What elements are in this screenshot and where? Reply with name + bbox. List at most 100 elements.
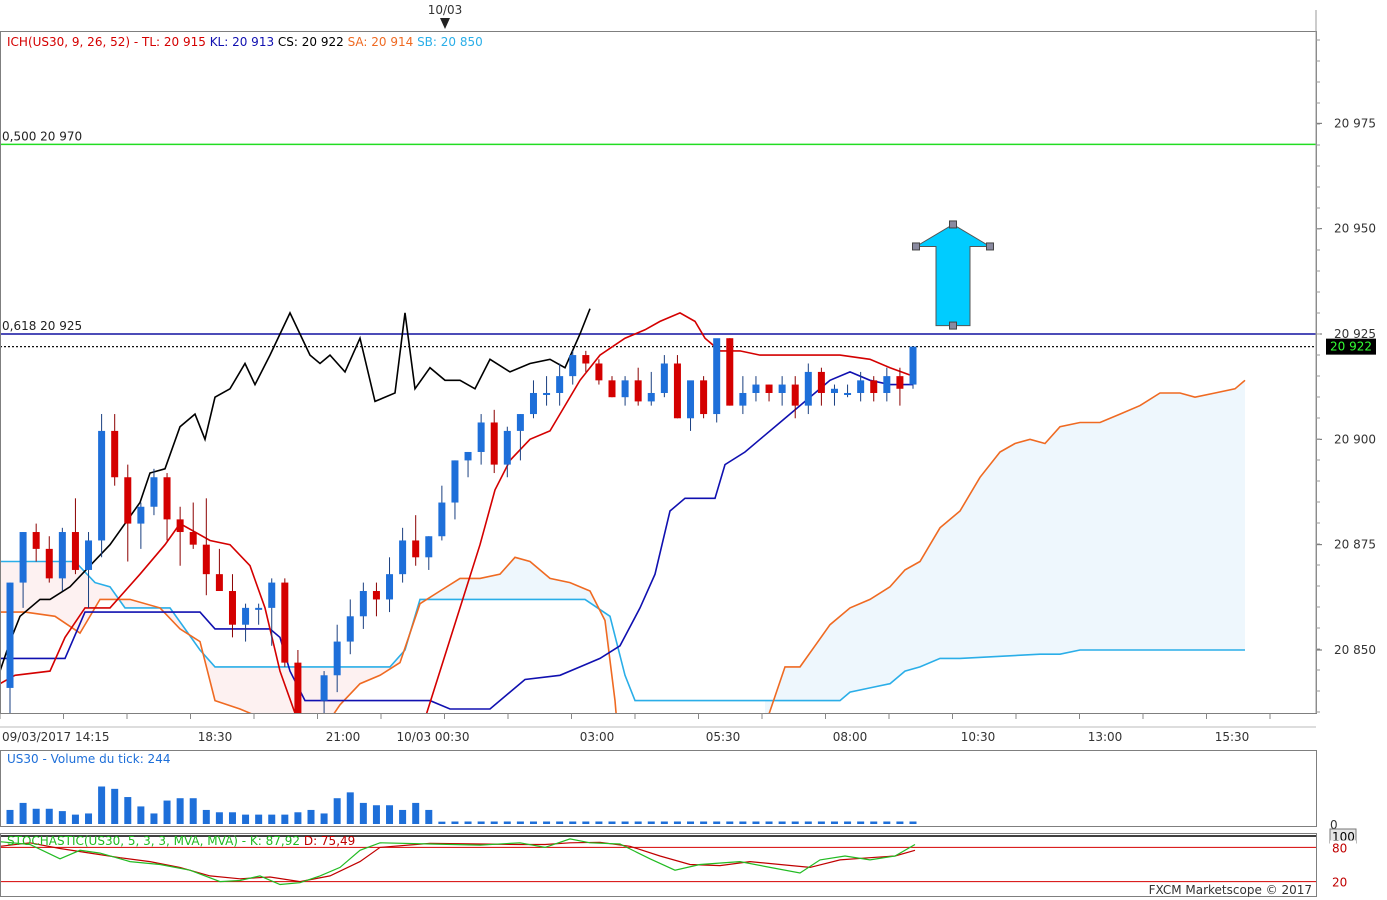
volume-bar-9 xyxy=(124,797,132,824)
stoch-title-name: STOCHASTIC(US30, 5, 3, 3, MVA, MVA) - xyxy=(7,834,250,848)
candle-body-59 xyxy=(778,384,786,393)
ichimoku-legend: ICH(US30, 9, 26, 52) - TL: 20 915 KL: 20… xyxy=(7,35,483,49)
time-label-1: 18:30 xyxy=(198,730,233,744)
volume-bar-13 xyxy=(176,798,184,824)
stochastic-axis: 1008020 xyxy=(1329,828,1357,890)
candle-body-34 xyxy=(451,460,459,503)
volume-bar-30 xyxy=(399,809,407,824)
candle-body-11 xyxy=(150,477,158,507)
fib-label-1: 0,618 20 925 xyxy=(2,319,82,333)
footer-credit: FXCM Marketscope © 2017 xyxy=(1149,883,1312,897)
volume-bar-4 xyxy=(58,811,66,824)
price-tick-label-3: 20 900 xyxy=(1334,432,1376,446)
candle-body-9 xyxy=(124,477,132,524)
legend-part-1: TL: 20 915 xyxy=(141,35,210,49)
candle-body-49 xyxy=(647,392,655,402)
stoch-tick-1: 80 xyxy=(1332,841,1347,855)
volume-bar-47 xyxy=(621,821,629,824)
volume-bar-44 xyxy=(582,821,590,824)
volume-bar-68 xyxy=(896,821,904,824)
candle-body-56 xyxy=(739,392,747,406)
price-tick-label-1: 20 950 xyxy=(1334,222,1376,236)
volume-bar-21 xyxy=(281,814,289,824)
volume-bar-7 xyxy=(98,786,106,824)
candle-body-0 xyxy=(6,582,14,688)
volume-bar-2 xyxy=(32,808,40,824)
volume-bar-53 xyxy=(700,821,708,824)
volume-bar-59 xyxy=(778,821,786,824)
candle-body-36 xyxy=(477,422,485,452)
volume-bar-62 xyxy=(817,821,825,824)
volume-bar-56 xyxy=(739,821,747,824)
candle-body-46 xyxy=(608,380,616,398)
candle-body-10 xyxy=(137,506,145,524)
candle-body-58 xyxy=(765,384,773,393)
arrow-handle-1 xyxy=(912,242,920,251)
candle-body-65 xyxy=(857,380,865,393)
legend-part-0: ICH(US30, 9, 26, 52) - xyxy=(7,35,142,49)
stochastic-title: STOCHASTIC(US30, 5, 3, 3, MVA, MVA) - K:… xyxy=(7,834,355,848)
volume-bar-40 xyxy=(529,821,537,824)
volume-bar-1 xyxy=(19,802,27,824)
ichimoku-chart: 0,500 20 970 0,618 20 925 09/03/2017 14:1… xyxy=(0,3,1376,897)
candle-body-2 xyxy=(32,532,40,549)
volume-bar-58 xyxy=(765,821,773,824)
time-label-6: 08:00 xyxy=(833,730,868,744)
candle-body-68 xyxy=(896,376,904,389)
candle-body-38 xyxy=(503,430,511,465)
volume-bar-20 xyxy=(268,814,276,824)
volume-bar-0 xyxy=(6,809,14,824)
candle-body-28 xyxy=(372,591,380,600)
volume-bar-14 xyxy=(189,798,197,824)
price-axis: 20 97520 95020 92520 90020 87520 85020 9… xyxy=(1316,39,1376,713)
volume-bar-11 xyxy=(150,813,158,824)
volume-bar-61 xyxy=(804,821,812,824)
stoch-k-label: K: 87,92 xyxy=(250,834,304,848)
volume-bar-31 xyxy=(412,802,420,824)
candle-body-27 xyxy=(359,591,367,617)
stoch-tick-2: 20 xyxy=(1332,876,1347,890)
candle-body-7 xyxy=(98,430,106,541)
volume-bar-34 xyxy=(451,821,459,824)
candle-body-53 xyxy=(700,380,708,415)
candle-body-54 xyxy=(713,338,721,415)
volume-bar-27 xyxy=(359,802,367,824)
candle-body-63 xyxy=(830,388,838,393)
candle-body-60 xyxy=(791,384,799,406)
candle-body-50 xyxy=(660,363,668,393)
volume-bar-18 xyxy=(242,814,250,824)
candle-body-18 xyxy=(242,607,250,625)
volume-bar-10 xyxy=(137,806,145,824)
volume-bar-32 xyxy=(425,809,433,824)
price-tick-label-4: 20 875 xyxy=(1334,538,1376,552)
volume-bar-28 xyxy=(372,805,380,824)
price-tick-label-0: 20 975 xyxy=(1334,116,1376,130)
fib-label-0: 0,500 20 970 xyxy=(2,129,82,143)
current-price-label: 20 922 xyxy=(1330,340,1372,354)
candle-body-3 xyxy=(45,548,53,579)
candle-body-69 xyxy=(909,346,917,385)
volume-bar-22 xyxy=(294,812,302,824)
candle-body-42 xyxy=(556,376,564,393)
candle-body-13 xyxy=(176,519,184,533)
candle-body-37 xyxy=(490,422,498,465)
candle-body-20 xyxy=(268,582,276,608)
candle-body-15 xyxy=(202,544,210,575)
date-marker-label: 10/03 xyxy=(428,3,463,17)
volume-bar-49 xyxy=(647,821,655,824)
candle-body-12 xyxy=(163,477,171,520)
candle-body-51 xyxy=(673,363,681,419)
candle-body-61 xyxy=(804,371,812,406)
volume-bar-26 xyxy=(346,792,354,824)
time-label-9: 15:30 xyxy=(1215,730,1250,744)
time-label-7: 10:30 xyxy=(961,730,996,744)
volume-bar-39 xyxy=(516,821,524,824)
candle-body-43 xyxy=(569,355,577,377)
volume-bar-6 xyxy=(85,813,93,824)
volume-panel xyxy=(0,750,1316,826)
arrow-handle-2 xyxy=(986,242,994,251)
volume-bar-38 xyxy=(503,821,511,824)
time-axis: 09/03/2017 14:15 18:30 21:00 10/03 00:30 03:… xyxy=(0,713,1271,744)
candle-body-47 xyxy=(621,380,629,398)
time-label-2: 21:00 xyxy=(326,730,361,744)
